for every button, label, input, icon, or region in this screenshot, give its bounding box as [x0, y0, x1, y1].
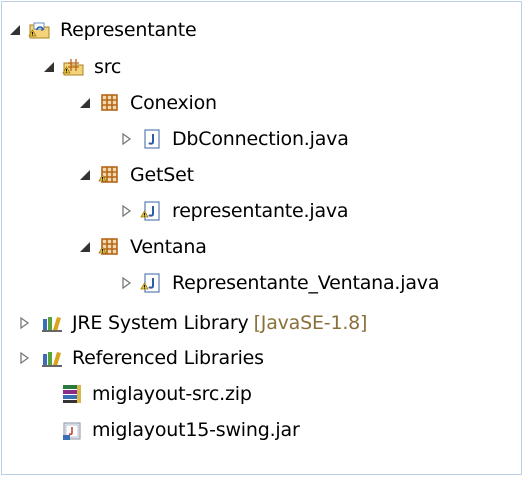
zip-archive-icon [60, 382, 84, 406]
package-icon [98, 91, 122, 115]
collapse-toggle-icon[interactable] [78, 96, 92, 110]
file-label: representante.java [172, 200, 349, 222]
jre-version-decoration: [JavaSE-1.8] [253, 312, 368, 334]
tree-item-project[interactable]: Representante [8, 13, 197, 47]
library-icon [40, 346, 64, 370]
tree-item-jar[interactable]: miglayout15-swing.jar [40, 413, 300, 447]
tree-item-package-conexion[interactable]: Conexion [78, 86, 217, 120]
package-label: Conexion [130, 92, 217, 114]
collapse-toggle-icon[interactable] [8, 23, 22, 37]
src-label: src [94, 56, 122, 78]
tree-item-file-representante-ventana[interactable]: Representante_Ventana.java [120, 266, 439, 300]
expand-toggle-icon[interactable] [120, 132, 134, 146]
zip-label: miglayout-src.zip [92, 383, 252, 405]
tree-item-package-ventana[interactable]: Ventana [78, 230, 207, 264]
source-folder-icon [62, 55, 86, 79]
tree-item-zip[interactable]: miglayout-src.zip [40, 377, 252, 411]
tree-item-jre-library[interactable]: JRE System Library [JavaSE-1.8] [18, 306, 367, 340]
project-label: Representante [60, 19, 197, 41]
expand-toggle-icon[interactable] [120, 276, 134, 290]
package-warning-icon [98, 235, 122, 259]
jre-library-label: JRE System Library [72, 312, 249, 334]
tree-item-package-getset[interactable]: GetSet [78, 158, 194, 192]
package-explorer-tree: Representante src Conexion DbConnection.… [1, 1, 522, 475]
java-file-icon [140, 127, 164, 151]
referenced-libraries-label: Referenced Libraries [72, 347, 264, 369]
jar-file-icon [60, 418, 84, 442]
tree-item-src[interactable]: src [42, 50, 121, 84]
library-icon [40, 311, 64, 335]
package-label: Ventana [130, 236, 207, 258]
tree-item-file-representante[interactable]: representante.java [120, 194, 349, 228]
expand-toggle-icon[interactable] [18, 316, 32, 330]
tree-item-referenced-libraries[interactable]: Referenced Libraries [18, 341, 264, 375]
expand-toggle-icon[interactable] [120, 204, 134, 218]
java-file-warning-icon [140, 199, 164, 223]
collapse-toggle-icon[interactable] [78, 240, 92, 254]
java-file-warning-icon [140, 271, 164, 295]
tree-item-file-dbconnection[interactable]: DbConnection.java [120, 122, 349, 156]
file-label: Representante_Ventana.java [172, 272, 440, 294]
expand-toggle-icon[interactable] [18, 351, 32, 365]
java-project-folder-icon [28, 18, 52, 42]
package-label: GetSet [130, 164, 194, 186]
collapse-toggle-icon[interactable] [78, 168, 92, 182]
file-label: DbConnection.java [172, 128, 349, 150]
jar-label: miglayout15-swing.jar [92, 419, 300, 441]
collapse-toggle-icon[interactable] [42, 60, 56, 74]
package-warning-icon [98, 163, 122, 187]
